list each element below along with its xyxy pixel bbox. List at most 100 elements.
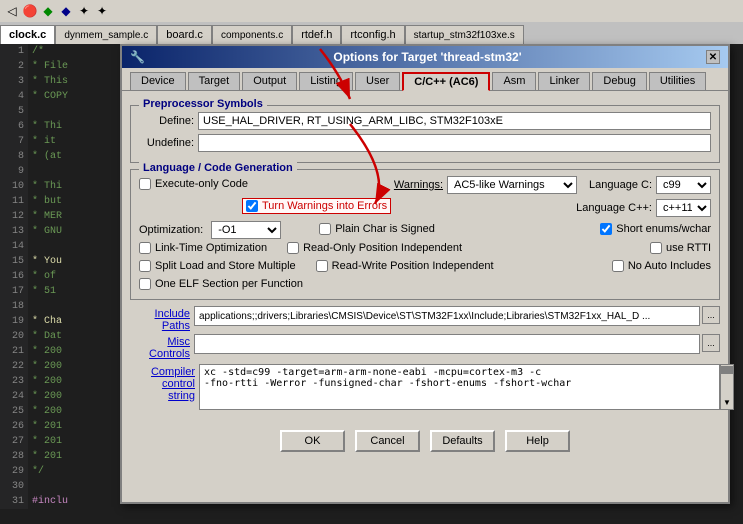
tab-user[interactable]: User — [355, 72, 400, 90]
misc-controls-label[interactable]: Misc Controls — [130, 336, 190, 360]
define-label: Define: — [139, 115, 194, 127]
code-line-1: 1/* — [0, 44, 135, 59]
scrollbar-thumb — [721, 366, 733, 374]
turn-warnings-checkbox[interactable] — [246, 200, 258, 212]
read-write-row: Read-Write Position Independent — [316, 260, 494, 272]
dialog-title-text: Options for Target 'thread-stm32' — [333, 50, 521, 64]
tool-icon-2[interactable]: ◆ — [40, 3, 56, 19]
read-only-label: Read-Only Position Independent — [303, 242, 462, 254]
code-line-25: 25 * 200 — [0, 404, 135, 419]
code-line-15: 15 * You — [0, 254, 135, 269]
define-row: Define: — [139, 112, 711, 130]
file-tab-startup[interactable]: startup_stm32f103xe.s — [405, 25, 524, 44]
short-enums-checkbox[interactable] — [600, 223, 612, 235]
tab-device[interactable]: Device — [130, 72, 186, 90]
code-line-19: 19 * Cha — [0, 314, 135, 329]
define-input[interactable] — [198, 112, 711, 130]
misc-section: Misc Controls ... — [130, 334, 720, 360]
code-line-9: 9 — [0, 164, 135, 179]
one-elf-checkbox[interactable] — [139, 278, 151, 290]
scrollbar-vertical[interactable]: ▼ — [720, 364, 734, 410]
cancel-button[interactable]: Cancel — [355, 430, 420, 452]
scroll-down-btn[interactable]: ▼ — [721, 397, 733, 409]
code-line-8: 8 * (at — [0, 149, 135, 164]
execute-only-checkbox[interactable] — [139, 178, 151, 190]
split-load-checkbox[interactable] — [139, 260, 151, 272]
file-tab-components[interactable]: components.c — [212, 25, 292, 44]
read-write-checkbox[interactable] — [316, 260, 328, 272]
no-auto-includes-label: No Auto Includes — [628, 260, 711, 272]
code-line-20: 20 * Dat — [0, 329, 135, 344]
turn-warnings-label: Turn Warnings into Errors — [262, 200, 387, 212]
lang-codegen-group: Language / Code Generation Execute-only … — [130, 169, 720, 300]
include-paths-label[interactable]: IncludePaths — [130, 308, 190, 332]
file-tab-bar: clock.c dynmem_sample.c board.c componen… — [0, 22, 743, 44]
undefine-input[interactable] — [198, 134, 711, 152]
misc-label-col: Misc Controls — [130, 334, 190, 360]
one-elf-row: One ELF Section per Function — [139, 278, 711, 290]
split-load-row: Split Load and Store Multiple — [139, 260, 296, 272]
tool-icon-4[interactable]: ✦ — [76, 3, 92, 19]
misc-browse-button[interactable]: ... — [702, 334, 720, 352]
tab-debug[interactable]: Debug — [592, 72, 646, 90]
code-line-30: 30 — [0, 479, 135, 494]
include-browse-button[interactable]: ... — [702, 306, 720, 324]
file-tab-startup-label: startup_stm32f103xe.s — [414, 30, 515, 41]
opt-dropdown[interactable]: -O1 — [211, 221, 281, 239]
code-line-18: 18 — [0, 299, 135, 314]
tab-utilities[interactable]: Utilities — [649, 72, 706, 90]
dialog-icon: 🔧 — [130, 50, 145, 64]
code-line-11: 11 * but — [0, 194, 135, 209]
read-only-checkbox[interactable] — [287, 242, 299, 254]
tab-output[interactable]: Output — [242, 72, 297, 90]
file-tab-board-label: board.c — [166, 29, 203, 41]
lang-c-dropdown[interactable]: c99 — [656, 176, 711, 194]
code-editor[interactable]: 1/* 2 * File 3 * This 4 * COPY 5 6 * Thi… — [0, 44, 135, 524]
include-paths-value: applications;;drivers;Libraries\CMSIS\De… — [199, 311, 650, 322]
warnings-dropdown[interactable]: AC5-like Warnings — [447, 176, 577, 194]
file-tab-dynmem[interactable]: dynmem_sample.c — [55, 25, 157, 44]
defaults-button[interactable]: Defaults — [430, 430, 495, 452]
dialog-close-button[interactable]: ✕ — [706, 50, 720, 64]
use-rtti-checkbox[interactable] — [650, 242, 662, 254]
code-line-14: 14 — [0, 239, 135, 254]
help-button[interactable]: Help — [505, 430, 570, 452]
code-line-12: 12 * MER — [0, 209, 135, 224]
lang-cpp-dropdown[interactable]: c++11 — [656, 199, 711, 217]
file-tab-clock-label: clock.c — [9, 29, 46, 41]
undo-icon[interactable]: ◁ — [4, 3, 20, 19]
file-tab-clock[interactable]: clock.c — [0, 25, 55, 44]
tab-cpp[interactable]: C/C++ (AC6) — [402, 72, 490, 91]
lang-cpp-label: Language C++: — [576, 202, 652, 214]
compiler-line2: -fno-rtti -Werror -funsigned-char -fshor… — [204, 378, 715, 389]
compiler-label: Compilercontrolstring — [151, 366, 195, 402]
tool-icon-1[interactable]: 🔴 — [22, 3, 38, 19]
include-section: IncludePaths applications;;drivers;Libra… — [130, 306, 720, 332]
tab-target[interactable]: Target — [188, 72, 241, 90]
lang-c-label: Language C: — [589, 179, 652, 191]
plain-char-row: Plain Char is Signed — [319, 223, 435, 235]
no-auto-includes-checkbox[interactable] — [612, 260, 624, 272]
code-line-27: 27 * 201 — [0, 434, 135, 449]
tab-listing[interactable]: Listing — [299, 72, 353, 90]
include-paths-input[interactable]: applications;;drivers;Libraries\CMSIS\De… — [194, 306, 700, 326]
lang-codegen-label: Language / Code Generation — [139, 162, 297, 174]
tab-asm[interactable]: Asm — [492, 72, 536, 90]
code-line-22: 22 * 200 — [0, 359, 135, 374]
file-tab-rtdef[interactable]: rtdef.h — [292, 25, 341, 44]
ok-button[interactable]: OK — [280, 430, 345, 452]
short-enums-label: Short enums/wchar — [616, 223, 711, 235]
tool-icon-5[interactable]: ✦ — [94, 3, 110, 19]
link-time-opt-checkbox[interactable] — [139, 242, 151, 254]
code-line-26: 26 * 201 — [0, 419, 135, 434]
tool-icon-3[interactable]: ◆ — [58, 3, 74, 19]
dialog-content: Preprocessor Symbols Define: Undefine: L… — [122, 91, 728, 418]
file-tab-rtconfig[interactable]: rtconfig.h — [341, 25, 404, 44]
plain-char-checkbox[interactable] — [319, 223, 331, 235]
code-line-4: 4 * COPY — [0, 89, 135, 104]
tab-linker[interactable]: Linker — [538, 72, 590, 90]
no-auto-includes-row: No Auto Includes — [612, 260, 711, 272]
file-tab-board[interactable]: board.c — [157, 25, 212, 44]
code-line-3: 3 * This — [0, 74, 135, 89]
use-rtti-label: use RTTI — [666, 242, 711, 254]
